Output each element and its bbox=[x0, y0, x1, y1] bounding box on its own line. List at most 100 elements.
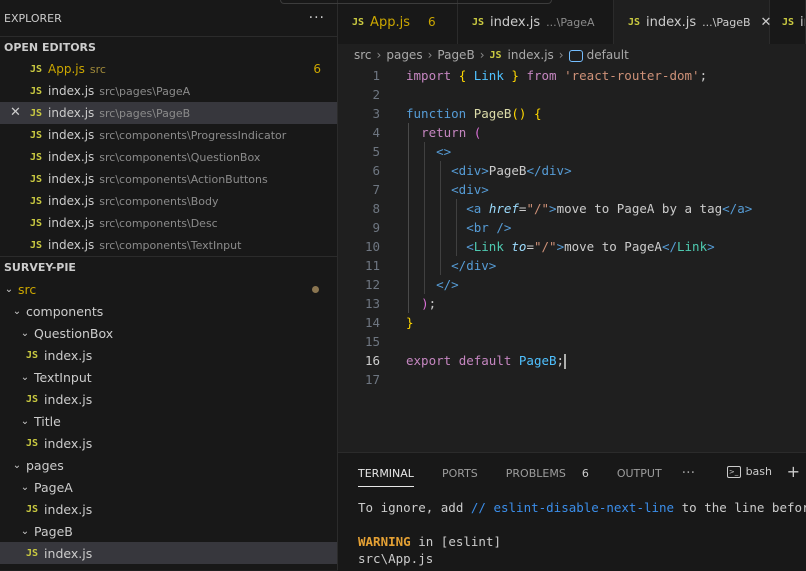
tree-label: QuestionBox bbox=[34, 325, 114, 341]
js-file-icon: JS bbox=[26, 547, 39, 559]
tree-folder-questionbox[interactable]: ⌄ QuestionBox bbox=[0, 322, 337, 344]
open-editor-app-js[interactable]: JS App.js src 6 bbox=[0, 58, 337, 80]
terminal-text: to the line before. bbox=[681, 500, 806, 515]
breadcrumb-src[interactable]: src bbox=[354, 48, 372, 62]
tab-filename: index.js bbox=[646, 14, 697, 30]
tree-file-textinput-index[interactable]: JS index.js bbox=[0, 388, 337, 410]
js-file-icon: JS bbox=[26, 503, 39, 515]
terminal-output[interactable]: To ignore, add // eslint-disable-next-li… bbox=[338, 499, 806, 567]
tree-folder-src[interactable]: ⌄ src bbox=[0, 278, 337, 300]
breadcrumb-file[interactable]: index.js bbox=[508, 48, 554, 62]
js-file-icon: JS bbox=[628, 16, 641, 28]
tree-file-questionbox-index[interactable]: JS index.js bbox=[0, 344, 337, 366]
project-header[interactable]: SURVEY-PIE bbox=[0, 256, 337, 278]
line-number: 11 bbox=[364, 258, 380, 273]
line-number: 12 bbox=[364, 277, 380, 292]
problem-count-badge: 6 bbox=[427, 15, 436, 29]
tree-file-pagea-index[interactable]: JS index.js bbox=[0, 498, 337, 520]
code-line: 12 </> bbox=[338, 275, 806, 294]
tree-folder-components[interactable]: ⌄ components bbox=[0, 300, 337, 322]
tab-overflow-index[interactable]: JS index bbox=[770, 0, 806, 44]
close-editor-icon[interactable]: ✕ bbox=[10, 105, 21, 120]
tab-pageb-index[interactable]: JS index.js ...\PageB ✕ bbox=[614, 0, 771, 44]
breadcrumb-pages[interactable]: pages bbox=[386, 48, 422, 62]
terminal-shell-selector[interactable]: >_ bash bbox=[726, 465, 772, 478]
open-editor-questionbox[interactable]: JS index.js src\components\QuestionBox bbox=[0, 146, 337, 168]
tab-problems-label: PROBLEMS bbox=[505, 466, 566, 480]
tree-label: PageA bbox=[34, 479, 73, 495]
chevron-right-icon: › bbox=[558, 48, 564, 62]
tab-filename: App.js bbox=[370, 14, 410, 30]
new-terminal-icon[interactable]: + bbox=[787, 462, 800, 481]
line-number: 17 bbox=[364, 372, 380, 387]
command-center-edge bbox=[280, 0, 552, 4]
tab-filename: index.js bbox=[490, 14, 541, 30]
tree-label: components bbox=[26, 303, 104, 319]
tree-label: index.js bbox=[44, 347, 93, 363]
open-editor-filename: index.js bbox=[48, 194, 95, 208]
tab-output[interactable]: OUTPUT bbox=[617, 453, 662, 493]
tab-app-js[interactable]: JS App.js 6 bbox=[338, 0, 458, 44]
chevron-down-icon: ⌄ bbox=[20, 371, 30, 383]
terminal-warning: WARNING bbox=[358, 534, 411, 549]
open-editor-pageb[interactable]: ✕ JS index.js src\pages\PageB bbox=[0, 102, 337, 124]
js-file-icon: JS bbox=[30, 107, 43, 119]
tab-ports[interactable]: PORTS bbox=[442, 453, 478, 493]
breadcrumb-pageb[interactable]: PageB bbox=[437, 48, 474, 62]
open-editor-actionbuttons[interactable]: JS index.js src\components\ActionButtons bbox=[0, 168, 337, 190]
code-line: 4 return ( bbox=[338, 123, 806, 142]
line-number: 14 bbox=[364, 315, 380, 330]
code-editor[interactable]: 1 import { Link } from 'react-router-dom'… bbox=[338, 66, 806, 452]
code-line: 13 ); bbox=[338, 294, 806, 313]
tree-folder-title[interactable]: ⌄ Title bbox=[0, 410, 337, 432]
open-editor-path: src\pages\PageB bbox=[99, 106, 191, 120]
code-line: 6 <div>PageB</div> bbox=[338, 161, 806, 180]
code-line: 2 bbox=[338, 85, 806, 104]
tab-pagea-index[interactable]: JS index.js ...\PageA bbox=[458, 0, 614, 44]
open-editor-progressindicator[interactable]: JS index.js src\components\ProgressIndic… bbox=[0, 124, 337, 146]
open-editor-pagea[interactable]: JS index.js src\pages\PageA bbox=[0, 80, 337, 102]
tree-folder-pageb[interactable]: ⌄ PageB bbox=[0, 520, 337, 542]
line-number: 6 bbox=[372, 163, 380, 178]
tree-folder-textinput[interactable]: ⌄ TextInput bbox=[0, 366, 337, 388]
open-editor-textinput[interactable]: JS index.js src\components\TextInput bbox=[0, 234, 337, 256]
tab-path: ...\PageA bbox=[546, 15, 595, 29]
terminal-text: src\App.js bbox=[358, 551, 434, 566]
open-editor-filename: index.js bbox=[48, 238, 95, 252]
js-file-icon: JS bbox=[30, 63, 43, 75]
open-editors-list: JS App.js src 6 JS index.js src\pages\Pa… bbox=[0, 58, 337, 256]
js-file-icon: JS bbox=[30, 217, 43, 229]
line-number: 1 bbox=[372, 68, 380, 83]
open-editor-path: src\components\Desc bbox=[99, 216, 218, 230]
tree-folder-pages[interactable]: ⌄ pages bbox=[0, 454, 337, 476]
js-file-icon: JS bbox=[30, 129, 43, 141]
symbol-variable-icon bbox=[568, 50, 583, 62]
breadcrumb-symbol[interactable]: default bbox=[587, 48, 629, 62]
panel-tabs: TERMINAL PORTS PROBLEMS 6 OUTPUT ··· >_ … bbox=[338, 453, 806, 493]
more-actions-icon[interactable]: ··· bbox=[309, 10, 325, 26]
more-actions-icon[interactable]: ··· bbox=[682, 453, 695, 493]
tree-label: PageB bbox=[34, 523, 73, 539]
tree-file-title-index[interactable]: JS index.js bbox=[0, 432, 337, 454]
tree-folder-pagea[interactable]: ⌄ PageA bbox=[0, 476, 337, 498]
text-cursor bbox=[564, 354, 567, 369]
chevron-down-icon: ⌄ bbox=[20, 525, 30, 537]
open-editor-body[interactable]: JS index.js src\components\Body bbox=[0, 190, 337, 212]
tree-label: index.js bbox=[44, 501, 93, 517]
tab-terminal[interactable]: TERMINAL bbox=[358, 453, 414, 493]
code-line: 3 function PageB() { bbox=[338, 104, 806, 123]
line-number: 15 bbox=[364, 334, 380, 349]
tab-problems[interactable]: PROBLEMS 6 bbox=[506, 453, 589, 493]
tree-file-pageb-index[interactable]: JS index.js bbox=[0, 542, 337, 564]
code-line-current: 16 export default PageB; bbox=[338, 351, 806, 370]
terminal-icon: >_ bbox=[726, 465, 741, 478]
js-file-icon: JS bbox=[30, 195, 43, 207]
open-editors-header[interactable]: OPEN EDITORS bbox=[0, 36, 337, 58]
open-editor-path: src bbox=[89, 62, 106, 76]
open-editor-path: src\components\ProgressIndicator bbox=[99, 128, 287, 142]
chevron-right-icon: › bbox=[479, 48, 485, 62]
open-editor-desc[interactable]: JS index.js src\components\Desc bbox=[0, 212, 337, 234]
open-editor-filename: index.js bbox=[48, 106, 95, 120]
tab-filename: index bbox=[800, 14, 805, 30]
